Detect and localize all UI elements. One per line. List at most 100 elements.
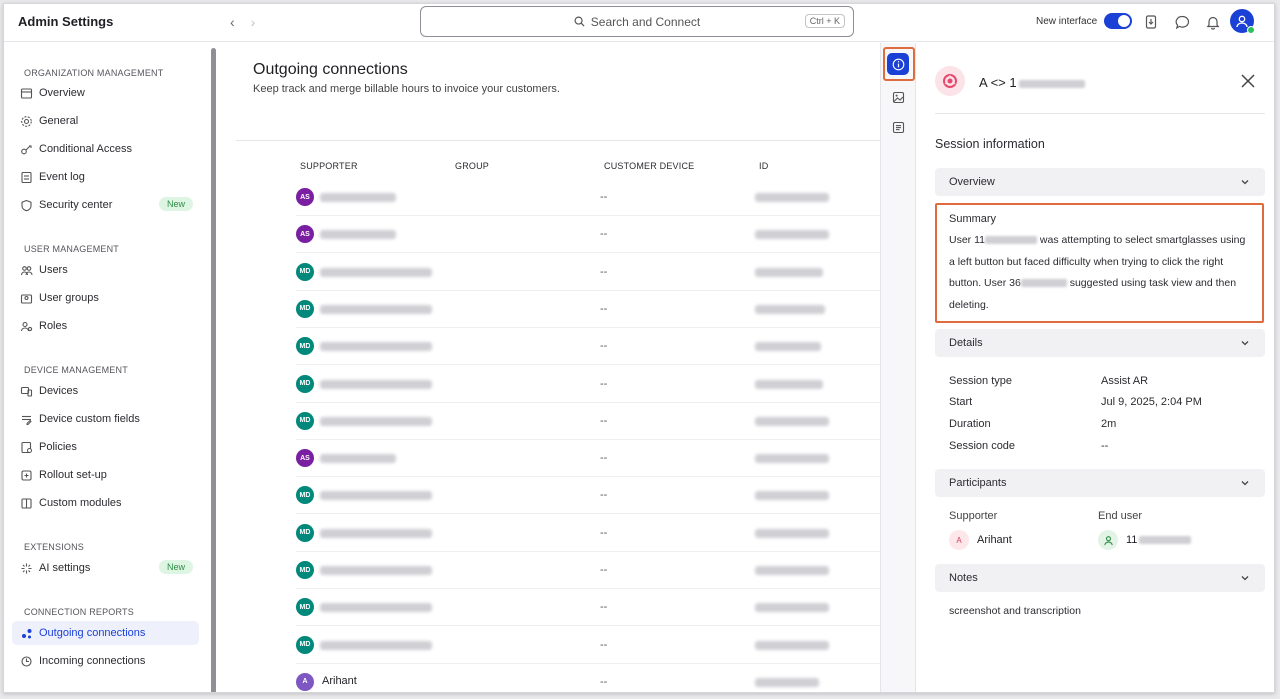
- redacted-supporter-name: [320, 230, 396, 240]
- overview-accordion[interactable]: Overview: [935, 168, 1265, 196]
- image-tab-button[interactable]: [887, 86, 909, 108]
- customer-device-cell: --: [600, 414, 608, 427]
- devices-icon: [20, 385, 33, 398]
- search-shortcut: Ctrl + K: [804, 14, 845, 28]
- details-label: Details: [949, 337, 983, 349]
- new-interface-toggle[interactable]: [1104, 13, 1132, 29]
- sidebar-item-devices[interactable]: Devices: [12, 379, 199, 403]
- supporter-avatar: MD: [296, 262, 314, 281]
- info-tab-button[interactable]: [887, 53, 909, 75]
- redacted-supporter-name: [320, 342, 432, 352]
- top-bar: Admin Settings ‹ › Search and Connect Ct…: [4, 4, 1274, 42]
- table-row[interactable]: AS --: [296, 179, 880, 216]
- sidebar-section-heading: USER MANAGEMENT: [24, 244, 120, 254]
- table-row[interactable]: MD --: [296, 254, 880, 291]
- supporter-label: Supporter: [949, 510, 998, 522]
- redacted-id: [755, 566, 829, 575]
- shield-icon: [20, 199, 33, 212]
- redacted-supporter-name: [320, 566, 432, 575]
- sidebar-section-heading: DEVICE MANAGEMENT: [24, 365, 128, 375]
- customer-device-cell: --: [600, 377, 608, 390]
- sidebar-item-general[interactable]: General: [12, 109, 199, 133]
- table-row[interactable]: MD --: [296, 515, 880, 552]
- sidebar-item-custom-modules[interactable]: Custom modules: [12, 491, 199, 515]
- supporter-name: Arihant: [977, 534, 1012, 546]
- sidebar-item-ai-settings[interactable]: AI settings New: [12, 556, 199, 580]
- app-window: Admin Settings ‹ › Search and Connect Ct…: [3, 3, 1275, 693]
- table-row[interactable]: MD --: [296, 328, 880, 366]
- sidebar-item-label: Roles: [39, 320, 68, 332]
- divider: [236, 140, 880, 141]
- supporter-avatar: A: [296, 672, 314, 691]
- chat-icon[interactable]: [1172, 12, 1192, 32]
- table-row[interactable]: MD --: [296, 366, 880, 403]
- redacted-supporter-name: [320, 379, 432, 389]
- table-row[interactable]: MD --: [296, 291, 880, 328]
- session-detail-panel: A <> 1 Session information Overview Summ…: [917, 43, 1274, 692]
- notes-accordion[interactable]: Notes: [935, 564, 1265, 592]
- main-content: Outgoing connections Keep track and merg…: [226, 43, 880, 692]
- supporter-avatar: MD: [296, 299, 314, 318]
- sidebar-item-roles[interactable]: Roles: [12, 314, 199, 338]
- chevron-down-icon: [1241, 481, 1249, 486]
- close-icon[interactable]: [1238, 71, 1258, 91]
- sidebar-item-outgoing-connections[interactable]: Outgoing connections: [12, 621, 199, 645]
- detail-value-duration: 2m: [1101, 418, 1117, 430]
- sidebar-item-policies[interactable]: Policies: [12, 435, 199, 459]
- sidebar-scrollbar[interactable]: [211, 48, 216, 692]
- bell-icon[interactable]: [1203, 12, 1223, 32]
- install-icon[interactable]: [1141, 12, 1161, 32]
- sidebar-item-label: Security center: [39, 199, 113, 211]
- redacted-id: [755, 416, 829, 426]
- sidebar-item-overview[interactable]: Overview: [12, 81, 199, 105]
- sidebar-item-label: User groups: [39, 292, 99, 304]
- table-row[interactable]: A Arihant --: [296, 664, 880, 692]
- detail-value-session-type: Assist AR: [1101, 375, 1149, 387]
- user-icon: [1236, 15, 1248, 28]
- sidebar-item-event-log[interactable]: Event log: [12, 165, 199, 189]
- back-arrow-icon[interactable]: ‹: [230, 14, 235, 30]
- redacted-id: [755, 677, 819, 687]
- event-log-icon: [20, 171, 33, 184]
- participants-accordion[interactable]: Participants: [935, 469, 1265, 497]
- table-row[interactable]: MD --: [296, 589, 880, 627]
- sidebar-item-label: Outgoing connections: [39, 627, 146, 639]
- notes-tab-button[interactable]: [887, 116, 909, 138]
- customer-device-cell: --: [600, 638, 608, 651]
- redacted-id: [1018, 79, 1085, 88]
- table-row[interactable]: AS --: [296, 216, 880, 254]
- sidebar-item-incoming-connections[interactable]: Incoming connections: [12, 649, 199, 673]
- sidebar-item-device-custom-fields[interactable]: Device custom fields: [12, 407, 199, 431]
- column-header-group[interactable]: GROUP: [455, 161, 489, 171]
- forward-arrow-icon[interactable]: ›: [251, 14, 256, 30]
- sidebar-item-label: Users: [39, 264, 68, 276]
- column-header-supporter[interactable]: SUPPORTER: [300, 161, 358, 171]
- new-interface-label: New interface: [1036, 16, 1098, 27]
- sidebar-item-conditional-access[interactable]: Conditional Access: [12, 137, 199, 161]
- conditional-access-icon: [20, 143, 33, 156]
- table-row[interactable]: MD --: [296, 552, 880, 589]
- table-row[interactable]: MD --: [296, 403, 880, 440]
- search-input[interactable]: Search and Connect Ctrl + K: [420, 6, 854, 37]
- table-row[interactable]: MD --: [296, 477, 880, 515]
- sidebar-item-security-center[interactable]: Security center New: [12, 193, 199, 217]
- sidebar-item-user-groups[interactable]: User groups: [12, 286, 199, 310]
- redacted-id: [755, 193, 829, 202]
- supporter-avatar: MD: [296, 486, 314, 505]
- sidebar-item-users[interactable]: Users: [12, 258, 199, 282]
- redacted-id: [755, 342, 821, 352]
- sidebar-item-rollout-set-up[interactable]: Rollout set-up: [12, 463, 199, 487]
- detail-key-duration: Duration: [949, 418, 991, 430]
- column-header-customer-device[interactable]: CUSTOMER DEVICE: [604, 161, 694, 171]
- table-row[interactable]: AS --: [296, 440, 880, 478]
- user-avatar[interactable]: [1230, 9, 1255, 34]
- redacted-supporter-name: [320, 454, 396, 464]
- supporter-avatar: A: [949, 530, 969, 550]
- end-user-prefix: 11: [1126, 534, 1138, 546]
- table-row[interactable]: MD --: [296, 627, 880, 664]
- column-header-id[interactable]: ID: [759, 161, 768, 171]
- user-icon: [1103, 535, 1113, 545]
- details-accordion[interactable]: Details: [935, 329, 1265, 357]
- customer-device-cell: --: [600, 265, 608, 278]
- summary-text: User 11 was attempting to select smartgl…: [949, 230, 1250, 316]
